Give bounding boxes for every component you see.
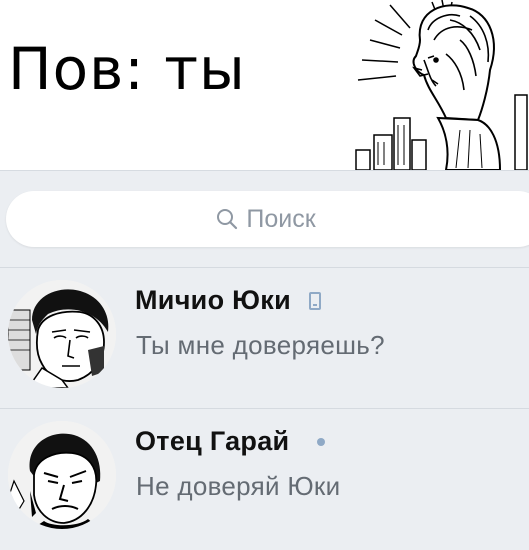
search-placeholder: Поиск xyxy=(246,204,316,233)
chat-item-michio-yuki[interactable]: Мичио Юки Ты мне доверяешь? xyxy=(0,267,529,408)
chat-title-row: Отец Гарай xyxy=(135,426,326,457)
chat-list: Мичио Юки Ты мне доверяешь? Отец Гарай Н… xyxy=(0,267,529,549)
avatar[interactable] xyxy=(8,421,116,529)
messenger-screen: Поиск Мичио Юки Ты мне доверяешь? Отец Г… xyxy=(0,170,529,550)
chat-last-message: Не доверяй Юки xyxy=(136,471,341,501)
manga-panel-image xyxy=(350,0,529,170)
mobile-phone-icon xyxy=(309,291,322,310)
chat-last-message: Ты мне доверяешь? xyxy=(136,330,385,360)
search-input[interactable]: Поиск xyxy=(6,191,529,247)
chat-title-row: Мичио Юки xyxy=(135,285,322,316)
search-icon xyxy=(217,209,238,230)
meme-title: Пов: ты xyxy=(8,35,246,103)
chat-item-otets-garay[interactable]: Отец Гарай Не доверяй Юки xyxy=(0,408,529,549)
chat-name: Мичио Юки xyxy=(135,285,292,315)
online-dot-icon xyxy=(317,437,326,446)
avatar[interactable] xyxy=(8,280,116,388)
search-bar-area: Поиск xyxy=(0,170,529,268)
meme-header: Пов: ты xyxy=(0,0,529,170)
chat-name: Отец Гарай xyxy=(135,426,290,456)
